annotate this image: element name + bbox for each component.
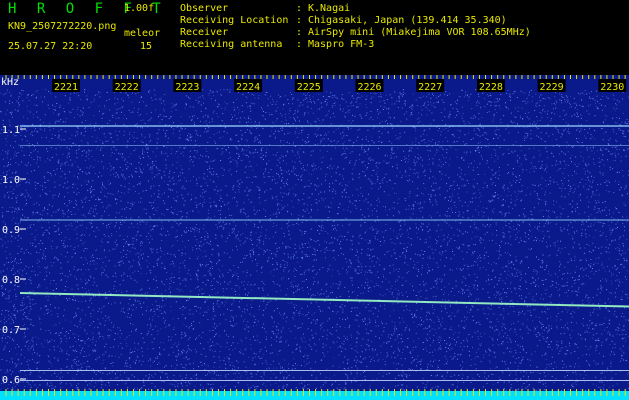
x-tick-label: 2224 xyxy=(236,82,260,93)
bottom-band xyxy=(0,391,629,400)
spectrogram: 2221 2222 2223 2224 2225 2226 2227 2228 2229 2230… xyxy=(0,75,629,400)
antenna-value: Maspro FM-3 xyxy=(308,39,375,50)
y-tick-label: 0.7 xyxy=(2,325,20,336)
x-tick-label: 2230 xyxy=(600,82,624,93)
datetime-label: 25.07.27 22:20 xyxy=(8,41,93,52)
receiver-colon: : xyxy=(296,27,303,38)
version-label: 1.00f xyxy=(124,3,155,14)
count-label: 15 xyxy=(140,41,153,52)
y-tick-label: 0.8 xyxy=(2,275,20,286)
y-tick-label: 1.1 xyxy=(2,125,20,136)
observer-label: Observer xyxy=(180,3,229,14)
observer-value: K.Nagai xyxy=(308,3,351,14)
header-panel: H R O F F T 1.00f KN9_2507272220.png 25.… xyxy=(0,0,629,75)
x-tick-label: 2225 xyxy=(297,82,321,93)
antenna-colon: : xyxy=(296,39,303,50)
spectrogram-background xyxy=(0,75,629,400)
mode-label: meleor xyxy=(124,28,161,39)
y-tick-label: 0.9 xyxy=(2,225,20,236)
y-tick-label: 0.6 xyxy=(2,375,20,386)
x-tick-label: 2221 xyxy=(54,82,78,93)
x-tick-label: 2226 xyxy=(357,82,381,93)
x-tick-label: 2223 xyxy=(175,82,199,93)
antenna-label: Receiving antenna xyxy=(180,39,283,50)
x-tick-label: 2222 xyxy=(115,82,139,93)
spectrogram-panel: 2221 2222 2223 2224 2225 2226 2227 2228 2229 2230… xyxy=(0,75,629,400)
y-axis-label: kHz xyxy=(1,77,19,88)
receiver-label: Receiver xyxy=(180,27,229,38)
x-tick-label: 2228 xyxy=(479,82,503,93)
filename-label: KN9_2507272220.png xyxy=(8,21,117,32)
location-value: Chigasaki, Japan (139.414 35.340) xyxy=(308,15,507,26)
location-label: Receiving Location xyxy=(180,15,289,26)
location-colon: : xyxy=(296,15,303,26)
y-tick-label: 1.0 xyxy=(2,175,20,186)
x-tick-label: 2227 xyxy=(418,82,442,93)
x-tick-label: 2229 xyxy=(540,82,564,93)
observer-colon: : xyxy=(296,3,303,14)
receiver-value: AirSpy mini (Miakejima VOR 108.65MHz) xyxy=(308,27,531,38)
